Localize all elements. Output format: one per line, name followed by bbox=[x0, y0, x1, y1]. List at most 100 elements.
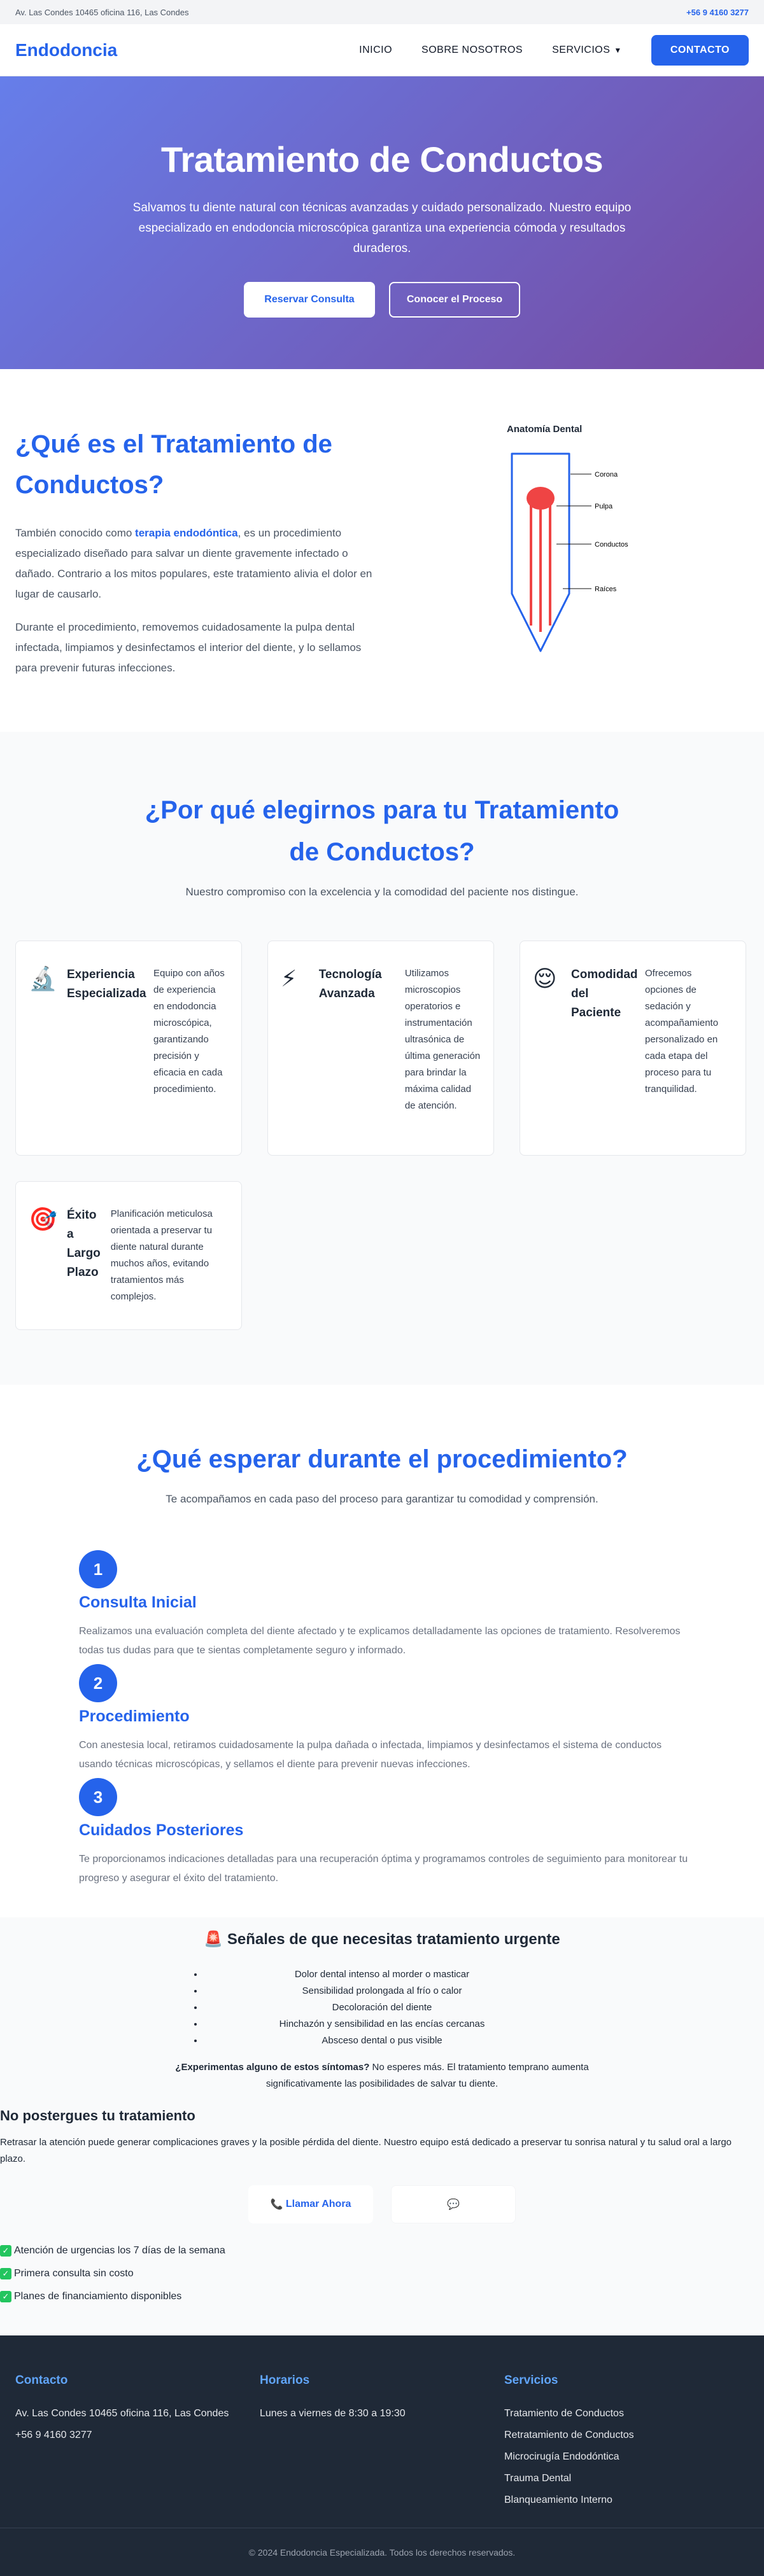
site-footer: Contacto Av. Las Condes 10465 oficina 11… bbox=[0, 2335, 764, 2576]
nav-inicio[interactable]: INICIO bbox=[359, 45, 392, 56]
step-text: Con anestesia local, retiramos cuidadosa… bbox=[79, 1740, 662, 1770]
hero-text: Salvamos tu diente natural con técnicas … bbox=[132, 201, 632, 255]
feature-card: ⚡ Tecnología Avanzada Utilizamos microsc… bbox=[267, 941, 494, 1156]
logo[interactable]: Endodoncia bbox=[15, 40, 117, 60]
footer-service-link[interactable]: Blanqueamiento Interno bbox=[504, 2489, 749, 2511]
footer-hours-text: Lunes a viernes de 8:30 a 19:30 bbox=[260, 2408, 406, 2419]
check-icon: ✓ bbox=[0, 2268, 11, 2279]
step-number: 3 bbox=[79, 1778, 117, 1816]
why-us-section: ¿Por qué elegirnos para tu Tratamiento d… bbox=[0, 732, 764, 1385]
what-is-paragraph-1: También conocido como terapia endodóntic… bbox=[15, 527, 372, 600]
tooth-diagram: Anatomía Dental Corona Pulpa Conductos R… bbox=[499, 424, 665, 732]
footer-services: Servicios Tratamiento de Conductos Retra… bbox=[504, 2374, 749, 2511]
feature-text: Utilizamos microscopios operatorios e in… bbox=[404, 968, 481, 1111]
feature-title: Comodidad del Paciente bbox=[571, 968, 638, 1019]
procedure-step: 3 Cuidados Posteriores Te proporcionamos… bbox=[79, 1778, 688, 1888]
footer-hours-title: Horarios bbox=[260, 2374, 310, 2387]
topbar-address: Av. Las Condes 10465 oficina 116, Las Co… bbox=[15, 7, 189, 17]
step-number: 1 bbox=[79, 1550, 117, 1588]
footer-services-title: Servicios bbox=[504, 2374, 558, 2387]
target-icon: 🎯 bbox=[29, 1206, 57, 1232]
diagram-title: Anatomía Dental bbox=[507, 424, 583, 435]
benefit-item: ✓ Atención de urgencias los 7 días de la … bbox=[0, 2245, 764, 2257]
feature-text: Equipo con años de experiencia en endodo… bbox=[153, 968, 225, 1095]
siren-icon: 🚨 bbox=[204, 1931, 223, 1948]
urgent-signs-list: Dolor dental intenso al morder o mastica… bbox=[204, 1966, 560, 2049]
highlight-term: terapia endodóntica bbox=[135, 527, 238, 539]
urgent-title: 🚨 Señales de que necesitas tratamiento u… bbox=[204, 1931, 560, 1948]
procedure-title: ¿Qué esperar durante el procedimiento? bbox=[136, 1445, 628, 1473]
microscope-icon: 🔬 bbox=[29, 965, 57, 991]
feature-title: Tecnología Avanzada bbox=[318, 968, 382, 1000]
book-consultation-button[interactable]: Reservar Consulta bbox=[244, 282, 375, 318]
check-icon: ✓ bbox=[0, 2291, 11, 2302]
step-text: Te proporcionamos indicaciones detallada… bbox=[79, 1854, 688, 1884]
step-title: Procedimiento bbox=[79, 1707, 190, 1725]
benefit-item: ✓ Planes de financiamiento disponibles bbox=[0, 2291, 764, 2302]
list-item: Sensibilidad prolongada al frío o calor bbox=[204, 1983, 560, 1999]
copyright: © 2024 Endodoncia Especializada. Todos l… bbox=[0, 2528, 764, 2576]
footer-service-link[interactable]: Retratamiento de Conductos bbox=[504, 2425, 749, 2446]
chat-button[interactable]: 💬 bbox=[391, 2185, 516, 2223]
list-item: Dolor dental intenso al morder o mastica… bbox=[204, 1966, 560, 1983]
footer-contact: Contacto Av. Las Condes 10465 oficina 11… bbox=[15, 2374, 260, 2511]
check-icon: ✓ bbox=[0, 2245, 11, 2257]
footer-service-link[interactable]: Tratamiento de Conductos bbox=[504, 2403, 749, 2425]
topbar-phone[interactable]: +56 9 4160 3277 bbox=[686, 8, 749, 17]
what-is-title: ¿Qué es el Tratamiento de Conductos? bbox=[15, 430, 332, 499]
top-bar: Av. Las Condes 10465 oficina 116, Las Co… bbox=[0, 0, 764, 24]
urgent-note: ¿Experimentas alguno de estos síntomas? … bbox=[175, 2062, 589, 2089]
urgent-section: 🚨 Señales de que necesitas tratamiento u… bbox=[0, 1917, 764, 2335]
footer-phone[interactable]: +56 9 4160 3277 bbox=[15, 2425, 260, 2446]
chat-icon: 💬 bbox=[447, 2199, 460, 2210]
why-us-title: ¿Por qué elegirnos para tu Tratamiento d… bbox=[145, 796, 619, 866]
label-corona: Corona bbox=[595, 471, 618, 479]
footer-hours: Horarios Lunes a viernes de 8:30 a 19:30 bbox=[260, 2374, 504, 2511]
cta-text: Retrasar la atención puede generar compl… bbox=[0, 2137, 732, 2164]
step-title: Consulta Inicial bbox=[79, 1593, 197, 1611]
lightning-icon: ⚡ bbox=[281, 965, 297, 991]
step-number: 2 bbox=[79, 1664, 117, 1702]
feature-card: 😌 Comodidad del Paciente Ofrecemos opcio… bbox=[520, 941, 746, 1156]
footer-contact-title: Contacto bbox=[15, 2374, 68, 2387]
procedure-step: 1 Consulta Inicial Realizamos una evalua… bbox=[79, 1550, 685, 1660]
label-raices: Raíces bbox=[595, 585, 617, 593]
procedure-section: ¿Qué esperar durante el procedimiento? T… bbox=[0, 1385, 764, 1917]
nav-sobre-nosotros[interactable]: SOBRE NOSOTROS bbox=[421, 45, 523, 56]
call-now-button[interactable]: 📞 Llamar Ahora bbox=[248, 2185, 373, 2223]
chevron-down-icon: ▼ bbox=[614, 45, 622, 55]
step-title: Cuidados Posteriores bbox=[79, 1821, 244, 1839]
why-us-subtitle: Nuestro compromiso con la excelencia y l… bbox=[185, 886, 579, 898]
feature-card: 🎯 Éxito a Largo Plazo Planificación meti… bbox=[15, 1181, 242, 1330]
nav-servicios-label: SERVICIOS bbox=[552, 44, 611, 55]
footer-address: Av. Las Condes 10465 oficina 116, Las Co… bbox=[15, 2408, 229, 2419]
phone-icon: 📞 bbox=[270, 2199, 283, 2210]
what-is-paragraph-2: Durante el procedimiento, removemos cuid… bbox=[15, 621, 362, 674]
relieved-face-icon: 😌 bbox=[533, 965, 557, 991]
feature-title: Éxito a Largo Plazo bbox=[67, 1208, 101, 1279]
label-pulpa: Pulpa bbox=[595, 503, 613, 510]
feature-title: Experiencia Especializada bbox=[67, 968, 146, 1000]
list-item: Decoloración del diente bbox=[204, 1999, 560, 2016]
footer-service-link[interactable]: Microcirugía Endodóntica bbox=[504, 2446, 749, 2468]
step-text: Realizamos una evaluación completa del d… bbox=[79, 1626, 681, 1656]
feature-text: Planificación meticulosa orientada a pre… bbox=[110, 1208, 213, 1302]
learn-process-button[interactable]: Conocer el Proceso bbox=[389, 282, 520, 318]
main-nav: INICIO SOBRE NOSOTROS SERVICIOS ▼ CONTACT… bbox=[359, 34, 749, 66]
contact-button[interactable]: CONTACTO bbox=[651, 34, 749, 66]
list-item: Absceso dental o pus visible bbox=[204, 2033, 560, 2049]
what-is-section: ¿Qué es el Tratamiento de Conductos? Tam… bbox=[0, 369, 764, 732]
hero-title: Tratamiento de Conductos bbox=[160, 139, 604, 179]
list-item: Hinchazón y sensibilidad en las encías c… bbox=[204, 2016, 560, 2033]
tooth-illustration: Corona Pulpa Conductos Raíces bbox=[511, 452, 628, 652]
nav-servicios[interactable]: SERVICIOS ▼ bbox=[552, 45, 622, 56]
cta-title: No postergues tu tratamiento bbox=[0, 2108, 195, 2124]
procedure-step: 2 Procedimiento Con anestesia local, ret… bbox=[79, 1664, 685, 1774]
footer-service-link[interactable]: Trauma Dental bbox=[504, 2468, 749, 2489]
benefit-item: ✓ Primera consulta sin costo bbox=[0, 2268, 764, 2279]
hero-section: Tratamiento de Conductos Salvamos tu die… bbox=[0, 76, 764, 369]
feature-card: 🔬 Experiencia Especializada Equipo con a… bbox=[15, 941, 242, 1156]
label-conductos: Conductos bbox=[595, 541, 628, 549]
feature-text: Ofrecemos opciones de sedación y acompañ… bbox=[645, 968, 719, 1095]
procedure-subtitle: Te acompañamos en cada paso del proceso … bbox=[166, 1493, 598, 1505]
